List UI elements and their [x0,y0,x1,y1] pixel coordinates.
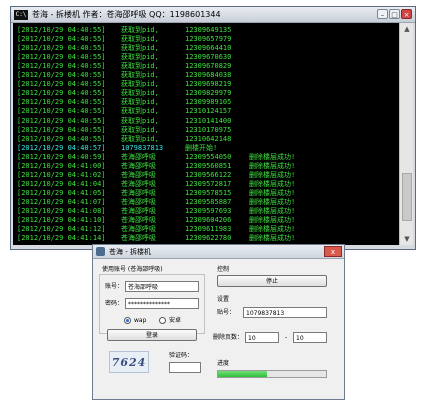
maximize-icon[interactable]: □ [389,9,400,19]
dialog-titlebar[interactable]: 苍海 - 拆楼机 x [93,245,344,259]
radio-wap[interactable] [124,317,131,324]
pages-separator: - [285,334,288,341]
progress-label: 进度 [217,360,230,367]
progress-bar [217,370,327,378]
scroll-up-arrow-icon[interactable]: ▲ [402,24,412,34]
close-icon[interactable]: × [401,9,412,19]
console-window: C:\ 苍海 - 拆楼机 作者：苍海邵呼吸 QQ：1198601344 – □ … [10,6,416,250]
captcha-label: 验证码： [169,352,194,359]
console-line: [2012/10/29 04:41:14] 苍海邵呼吸 12309622780 删除楼… [17,233,399,243]
radio-android[interactable] [159,317,166,324]
account-group-label: 使用账号 (苍海邵呼吸) [102,266,163,273]
app-icon [96,247,105,256]
dialog-title: 苍海 - 拆楼机 [109,248,151,256]
radio-wap-label: wap [134,317,147,324]
radio-android-label: 安卓 [169,317,182,324]
captcha-image[interactable]: 7624 [109,351,149,373]
account-label: 账号： [105,283,124,290]
pages-to-input[interactable]: 10 [293,332,327,343]
console-app-icon: C:\ [14,10,28,20]
console-titlebar[interactable]: C:\ 苍海 - 拆楼机 作者：苍海邵呼吸 QQ：1198601344 – □ … [11,7,415,23]
console-scrollbar[interactable]: ▲ ▼ [399,23,413,245]
scroll-down-arrow-icon[interactable]: ▼ [402,234,412,244]
captcha-input[interactable] [169,362,201,373]
console-title: 苍海 - 拆楼机 作者：苍海邵呼吸 QQ：1198601344 [32,10,221,19]
console-line-act: 苍海邵呼吸 [121,234,156,243]
progress-bar-fill [218,371,267,377]
tieba-label: 贴号： [217,309,236,316]
pages-label: 删除页数： [213,334,244,341]
console-output: [2012/10/29 04:40:55] 获取到pid, 12309649135[… [13,23,399,245]
console-line-msg: 删除楼层成功! [249,234,296,243]
settings-label: 设置 [217,296,230,303]
dialog-close-button[interactable]: x [324,246,342,257]
login-button[interactable]: 登录 [107,329,197,341]
stop-button[interactable]: 停止 [217,275,327,287]
tool-dialog: 苍海 - 拆楼机 x 使用账号 (苍海邵呼吸) 账号： 苍海邵呼吸 密码： **… [92,244,345,400]
tieba-id-input[interactable]: 1079837813 [243,307,327,318]
minimize-icon[interactable]: – [377,9,388,19]
password-label: 密码： [105,300,124,307]
control-label: 控制 [217,266,230,273]
password-input[interactable]: ************** [125,298,199,309]
pages-from-input[interactable]: 10 [245,332,279,343]
account-input[interactable]: 苍海邵呼吸 [125,281,199,292]
scrollbar-thumb[interactable] [402,173,412,221]
console-line-num: 12309622780 [185,234,232,243]
console-line-ts: [2012/10/29 04:41:14] [17,234,106,243]
